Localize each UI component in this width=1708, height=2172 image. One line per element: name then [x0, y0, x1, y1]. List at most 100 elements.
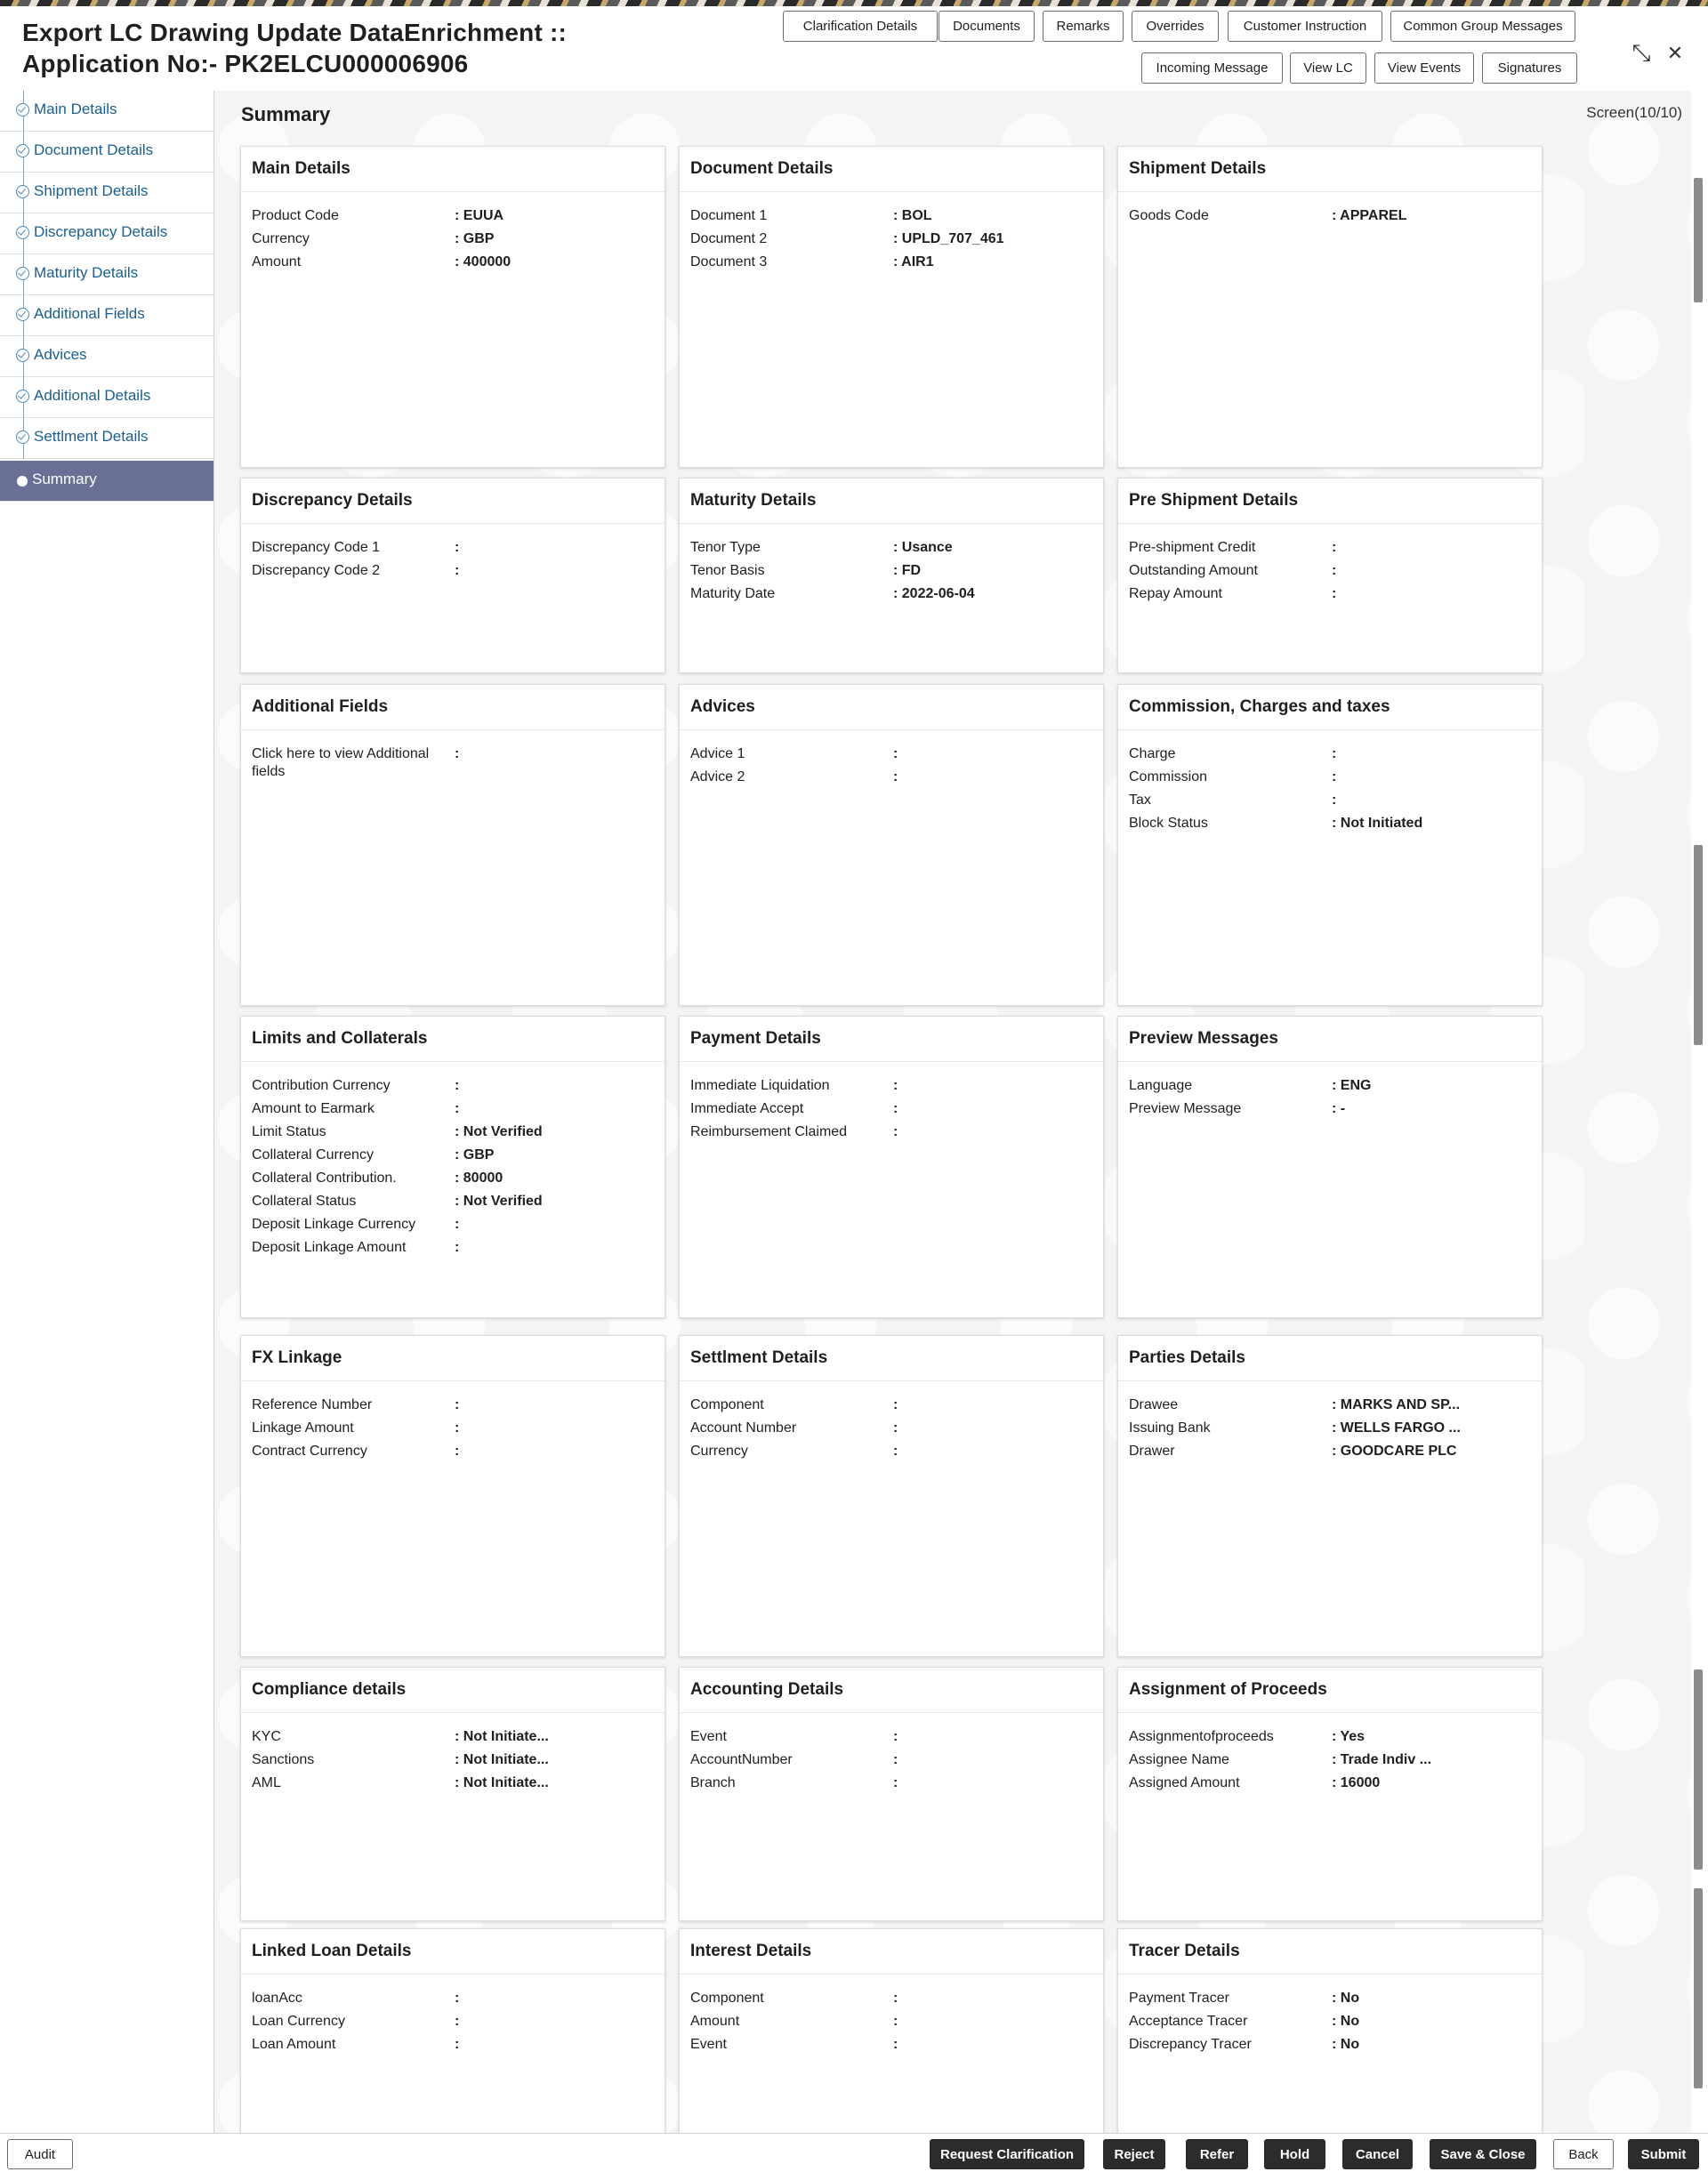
field-label: Loan Amount — [252, 2037, 336, 2052]
request-clarification-button[interactable]: Request Clarification — [930, 2139, 1084, 2169]
field-value: : — [1332, 746, 1337, 761]
scrollbar-thumb[interactable] — [1694, 845, 1703, 1045]
sidebar-item-settlment-details[interactable]: Settlment Details — [0, 418, 214, 459]
field-label: Collateral Status — [252, 1194, 357, 1209]
field-value: : No — [1332, 1991, 1360, 2006]
card-title: Document Details — [680, 147, 1103, 192]
refer-button[interactable]: Refer — [1186, 2139, 1248, 2169]
sidebar-item-advices[interactable]: Advices — [0, 336, 214, 377]
field-row: Language : ENG — [1129, 1074, 1542, 1098]
sidebar-item-discrepancy-details[interactable]: Discrepancy Details — [0, 213, 214, 254]
page-title: Export LC Drawing Update DataEnrichment … — [22, 19, 568, 77]
field-value: : — [893, 746, 898, 761]
field-row: Limit Status: Not Verified — [252, 1121, 665, 1144]
field-value: : — [1332, 540, 1337, 555]
field-value: : — [893, 1397, 898, 1412]
sidebar-item-additional-fields[interactable]: Additional Fields — [0, 295, 214, 336]
field-value: : ENG — [1332, 1078, 1372, 1093]
field-value: : — [455, 1397, 460, 1412]
card-field-list: Component: Account Number: Currency: — [680, 1381, 1103, 1463]
field-row: Sanctions: Not Initiate... — [252, 1749, 665, 1772]
sidebar-item-shipment-details[interactable]: Shipment Details — [0, 173, 214, 213]
field-row: Tenor Type: Usance — [690, 536, 1103, 559]
field-row: Reference Number: — [252, 1394, 665, 1417]
current-step-dot-icon — [17, 476, 28, 487]
field-value: : — [893, 1124, 898, 1139]
card-title: Compliance details — [241, 1668, 665, 1713]
field-label: Contract Currency — [252, 1444, 367, 1459]
summary-card: FX Linkage Reference Number: Linkage Amoun… — [240, 1335, 665, 1657]
card-field-list: Pre-shipment Credit: Outstanding Amount: R… — [1118, 524, 1542, 606]
field-value: : — [455, 1078, 460, 1093]
remarks-button[interactable]: Remarks — [1043, 11, 1124, 42]
field-label: Product Code — [252, 208, 339, 223]
field-value: : GOODCARE PLC — [1332, 1444, 1457, 1459]
card-title: Settlment Details — [680, 1336, 1103, 1381]
sidebar-item-main-details[interactable]: Main Details — [0, 91, 214, 132]
sidebar-item-additional-details[interactable]: Additional Details — [0, 377, 214, 418]
sidebar-item-maturity-details[interactable]: Maturity Details — [0, 254, 214, 295]
audit-button[interactable]: Audit — [7, 2139, 73, 2169]
documents-button[interactable]: Documents — [939, 11, 1035, 42]
sidebar-item-label: Summary — [32, 471, 97, 487]
field-value: : — [893, 1991, 898, 2006]
screen-counter: Screen(10/10) — [1586, 104, 1682, 121]
field-label: Charge — [1129, 746, 1176, 761]
field-label: Document 2 — [690, 231, 768, 246]
reject-button[interactable]: Reject — [1103, 2139, 1165, 2169]
customer-instruction-button[interactable]: Customer Instruction — [1228, 11, 1382, 42]
sidebar-item-summary[interactable]: Summary — [0, 461, 214, 502]
view-lc-button[interactable]: View LC — [1290, 52, 1366, 84]
field-label: Acceptance Tracer — [1129, 2014, 1248, 2029]
field-value: : — [893, 1752, 898, 1767]
field-row: Discrepancy Tracer: No — [1129, 2033, 1542, 2056]
close-icon[interactable]: ✕ — [1662, 40, 1688, 67]
field-row: Issuing Bank: WELLS FARGO ... — [1129, 1417, 1542, 1440]
back-button[interactable]: Back — [1553, 2139, 1614, 2169]
scrollbar-thumb[interactable] — [1694, 1888, 1703, 2088]
field-row: Outstanding Amount: — [1129, 559, 1542, 583]
summary-card: Parties Details Drawee: MARKS AND SP... Is… — [1117, 1335, 1543, 1657]
sidebar-item-document-details[interactable]: Document Details — [0, 132, 214, 173]
clarification-details-button[interactable]: Clarification Details — [783, 11, 938, 42]
field-label: Amount to Earmark — [252, 1101, 375, 1116]
check-circle-icon — [16, 308, 29, 321]
field-row: Tax: — [1129, 789, 1542, 812]
field-value: : BOL — [893, 208, 932, 223]
field-label: Preview Message — [1129, 1101, 1242, 1116]
field-label[interactable]: Click here to view Additional fields — [252, 743, 455, 781]
field-row: Component: — [690, 1394, 1103, 1417]
overrides-button[interactable]: Overrides — [1132, 11, 1219, 42]
field-label: AccountNumber — [690, 1752, 793, 1767]
summary-card: Pre Shipment Details Pre-shipment Credit:… — [1117, 478, 1543, 673]
card-field-list: KYC: Not Initiate... Sanctions: Not Initi… — [241, 1713, 665, 1795]
field-row: Currency: GBP — [252, 228, 665, 251]
save-close-button[interactable]: Save & Close — [1430, 2139, 1536, 2169]
field-label: Discrepancy Code 1 — [252, 540, 381, 555]
signatures-button[interactable]: Signatures — [1482, 52, 1577, 84]
card-title: Payment Details — [680, 1017, 1103, 1062]
sidebar-item-label: Maturity Details — [34, 264, 139, 281]
cancel-button[interactable]: Cancel — [1342, 2139, 1413, 2169]
scrollbar-thumb[interactable] — [1694, 1669, 1703, 1870]
field-row: Advice 2: — [690, 766, 1103, 789]
view-events-button[interactable]: View Events — [1374, 52, 1474, 84]
incoming-message-button[interactable]: Incoming Message — [1141, 52, 1283, 84]
field-label: Discrepancy Code 2 — [252, 563, 381, 578]
field-row: Assignee Name: Trade Indiv ... — [1129, 1749, 1542, 1772]
field-label: Language — [1129, 1078, 1193, 1093]
summary-card: Payment Details Immediate Liquidation: Imm… — [679, 1016, 1104, 1318]
hold-button[interactable]: Hold — [1264, 2139, 1325, 2169]
sidebar-item-label: Document Details — [34, 141, 154, 158]
summary-card: Compliance details KYC: Not Initiate... Sa… — [240, 1667, 665, 1921]
check-circle-icon — [16, 430, 29, 444]
field-value: : Not Initiate... — [455, 1752, 549, 1767]
card-title: FX Linkage — [241, 1336, 665, 1381]
submit-button[interactable]: Submit — [1628, 2139, 1699, 2169]
scrollbar-thumb[interactable] — [1694, 178, 1703, 302]
collapse-icon[interactable]: ⤡ — [1628, 39, 1655, 67]
field-label: Maturity Date — [690, 586, 776, 601]
field-row: AML: Not Initiate... — [252, 1772, 665, 1795]
card-title: Additional Fields — [241, 685, 665, 730]
common-group-messages-button[interactable]: Common Group Messages — [1390, 11, 1575, 42]
